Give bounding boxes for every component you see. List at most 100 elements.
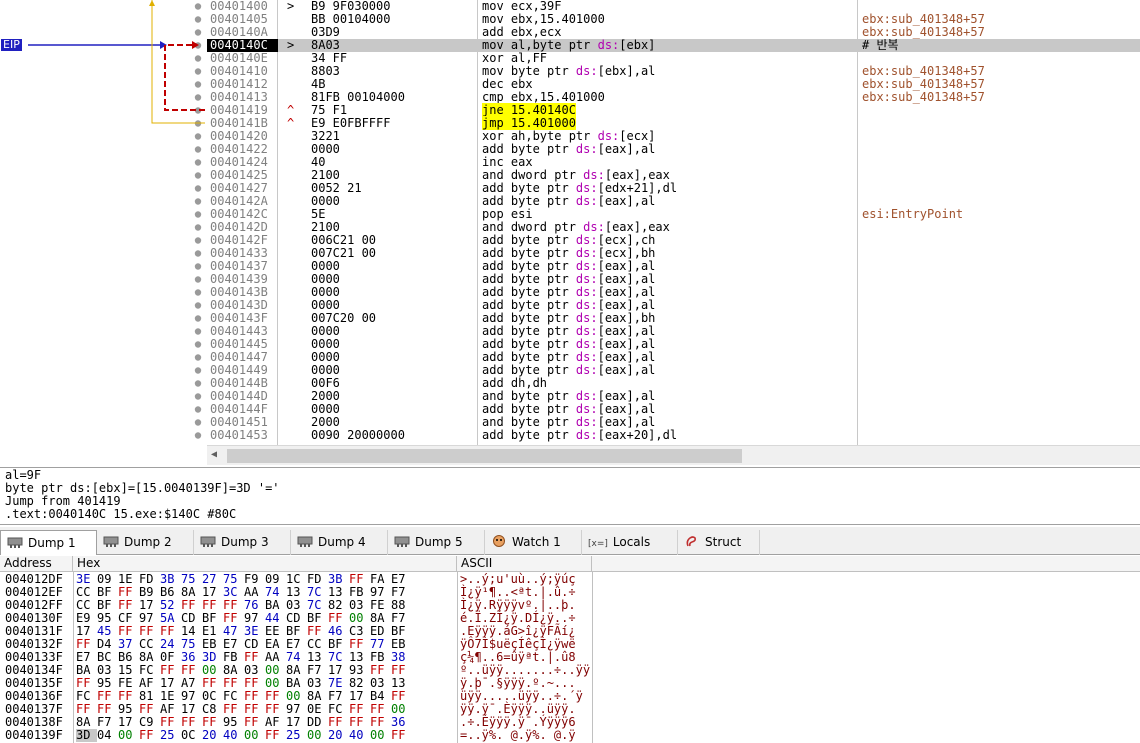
breakpoint-dot-icon[interactable] — [194, 289, 202, 296]
disasm-row[interactable]: 00401422 0000 add byte ptr ds:[eax],al — [207, 143, 1140, 156]
breakpoint-dot-icon[interactable] — [194, 94, 202, 101]
disasm-row[interactable]: 00401437 0000 add byte ptr ds:[eax],al — [207, 260, 1140, 273]
breakpoint-dot-icon[interactable] — [194, 250, 202, 257]
breakpoint-dot-icon[interactable] — [194, 276, 202, 283]
breakpoint-dot-icon[interactable] — [194, 419, 202, 426]
header-hex[interactable]: Hex — [73, 556, 457, 572]
hex-byte[interactable]: FF — [265, 729, 286, 742]
disasm-row[interactable]: 0040140E 34 FF xor al,FF — [207, 52, 1140, 65]
breakpoint-dot-icon[interactable] — [194, 211, 202, 218]
disasm-row[interactable]: 00401445 0000 add byte ptr ds:[eax],al — [207, 338, 1140, 351]
disasm-row[interactable]: 0040143F 007C20 00 add byte ptr ds:[eax],b… — [207, 312, 1140, 325]
memory-dump-pane[interactable]: Address Hex ASCII 004012DF 3E 09 1E FD 3B 75 27… — [0, 556, 1140, 743]
scrollbar-thumb[interactable] — [227, 449, 742, 463]
breakpoint-dot-icon[interactable] — [194, 328, 202, 335]
breakpoint-dot-icon[interactable] — [194, 380, 202, 387]
disasm-row[interactable]: 0040144B 00F6 add dh,dh — [207, 377, 1140, 390]
disasm-row[interactable]: 0040142A 0000 add byte ptr ds:[eax],al — [207, 195, 1140, 208]
tab-watch-1[interactable]: Watch 1 — [485, 530, 582, 555]
tab-dump-4[interactable]: Dump 4 — [291, 530, 388, 555]
tab-dump-3[interactable]: Dump 3 — [194, 530, 291, 555]
breakpoint-dot-icon[interactable] — [194, 367, 202, 374]
disasm-row[interactable]: 00401447 0000 add byte ptr ds:[eax],al — [207, 351, 1140, 364]
breakpoint-dot-icon[interactable] — [194, 29, 202, 36]
scroll-left-icon[interactable]: ◀ — [211, 449, 217, 460]
header-address[interactable]: Address — [0, 556, 73, 572]
hex-byte[interactable]: 40 — [223, 729, 244, 742]
hex-byte[interactable]: FF — [391, 729, 412, 742]
tab-struct[interactable]: Struct — [678, 530, 760, 555]
instruction-token: add byte ptr — [482, 402, 576, 416]
breakpoint-dot-icon[interactable] — [194, 263, 202, 270]
breakpoint-dot-icon[interactable] — [194, 55, 202, 62]
horizontal-scrollbar[interactable]: ◀ — [207, 445, 1140, 465]
breakpoint-dot-icon[interactable] — [194, 133, 202, 140]
instruction-token: [eax],bh — [597, 311, 656, 325]
instruction-token: add byte ptr — [482, 324, 576, 338]
dump-row[interactable]: 0040139F 3D 04 00 FF 25 0C 20 40 00 FF 25 00 20 40 00 FF… — [0, 729, 1140, 742]
disasm-row[interactable]: 00401424 40 inc eax — [207, 156, 1140, 169]
tab-locals[interactable]: [x=] Locals — [582, 530, 678, 555]
breakpoint-dot-icon[interactable] — [194, 81, 202, 88]
disasm-row[interactable]: 0040144F 0000 add byte ptr ds:[eax],al — [207, 403, 1140, 416]
instruction-token: [ecx],bh — [597, 246, 656, 260]
breakpoint-dot-icon[interactable] — [194, 341, 202, 348]
jump-marker: ^ — [287, 116, 295, 130]
disasm-row[interactable]: 00401410 8803 mov byte ptr ds:[ebx],al ebx:… — [207, 65, 1140, 78]
instruction-token: add byte ptr — [482, 285, 576, 299]
hex-byte[interactable]: 00 — [370, 729, 391, 742]
instruction-token: [eax],eax — [604, 168, 670, 182]
hex-byte[interactable]: 25 — [286, 729, 307, 742]
instruction-token: [eax],al — [597, 298, 656, 312]
breakpoint-dot-icon[interactable] — [194, 315, 202, 322]
hex-byte[interactable]: 0C — [181, 729, 202, 742]
breakpoint-dot-icon[interactable] — [194, 224, 202, 231]
breakpoint-dot-icon[interactable] — [194, 302, 202, 309]
breakpoint-dot-icon[interactable] — [194, 185, 202, 192]
breakpoint-dot-icon[interactable] — [194, 68, 202, 75]
disasm-row[interactable]: 0040140A 03D9 add ebx,ecx ebx:sub_401348+57 — [207, 26, 1140, 39]
breakpoint-dot-icon[interactable] — [194, 146, 202, 153]
hex-byte[interactable]: 04 — [97, 729, 118, 742]
breakpoint-dot-icon[interactable] — [194, 432, 202, 439]
hex-byte[interactable]: 20 — [202, 729, 223, 742]
breakpoint-dot-icon[interactable] — [194, 354, 202, 361]
hex-byte[interactable]: FF — [139, 729, 160, 742]
memory-chip-icon — [200, 536, 216, 547]
hex-byte[interactable]: 00 — [244, 729, 265, 742]
breakpoint-dot-icon[interactable] — [194, 198, 202, 205]
disasm-row[interactable]: 00401443 0000 add byte ptr ds:[eax],al — [207, 325, 1140, 338]
disasm-row[interactable]: 00401439 0000 add byte ptr ds:[eax],al — [207, 273, 1140, 286]
disasm-row[interactable]: 00401449 0000 add byte ptr ds:[eax],al — [207, 364, 1140, 377]
hex-byte[interactable]: 3D — [76, 729, 97, 742]
instruction-token: ds: — [575, 259, 598, 273]
hex-byte[interactable]: 25 — [160, 729, 181, 742]
breakpoint-dot-icon[interactable] — [194, 172, 202, 179]
tab-dump-5[interactable]: Dump 5 — [388, 530, 485, 555]
disasm-row[interactable]: 0040144D 2000 and byte ptr ds:[eax],al — [207, 390, 1140, 403]
header-ascii[interactable]: ASCII — [457, 556, 592, 572]
breakpoint-dot-icon[interactable] — [194, 237, 202, 244]
disasm-row[interactable]: 00401405 BB 00104000 mov ebx,15.401000 ebx:… — [207, 13, 1140, 26]
disasm-row[interactable]: 0040143B 0000 add byte ptr ds:[eax],al — [207, 286, 1140, 299]
hex-byte[interactable]: 20 — [328, 729, 349, 742]
breakpoint-dot-icon[interactable] — [194, 406, 202, 413]
breakpoint-dot-icon[interactable] — [194, 16, 202, 23]
disasm-row[interactable]: 00401433 007C21 00 add byte ptr ds:[ecx],b… — [207, 247, 1140, 260]
hex-byte[interactable]: 00 — [307, 729, 328, 742]
disasm-row[interactable]: 0040141B ^ E9 E0FBFFFF jmp 15.401000 — [207, 116, 1140, 130]
tab-dump-2[interactable]: Dump 2 — [97, 530, 194, 555]
hex-byte[interactable]: 40 — [349, 729, 370, 742]
disasm-row[interactable]: 00401420 3221 xor ah,byte ptr ds:[ecx] — [207, 130, 1140, 143]
disassembly-pane[interactable]: EIP 00401400 > B9 9F030000 mov ecx,39F 00401… — [0, 0, 1140, 465]
breakpoint-dot-icon[interactable] — [194, 3, 202, 10]
breakpoint-dots[interactable] — [194, 3, 202, 439]
hex-byte[interactable]: 00 — [118, 729, 139, 742]
disasm-row[interactable]: 00401427 0052 21 add byte ptr ds:[edx+21],… — [207, 182, 1140, 195]
jmp-arrow-head — [149, 0, 155, 6]
disasm-row[interactable]: 00401453 0090 20000000 add byte ptr ds:[ea… — [207, 429, 1140, 442]
tab-dump-1[interactable]: Dump 1 — [0, 530, 97, 555]
breakpoint-dot-icon[interactable] — [194, 393, 202, 400]
breakpoint-dot-icon[interactable] — [194, 159, 202, 166]
disasm-row[interactable]: 0040142C 5E pop esi esi:EntryPoint — [207, 208, 1140, 221]
